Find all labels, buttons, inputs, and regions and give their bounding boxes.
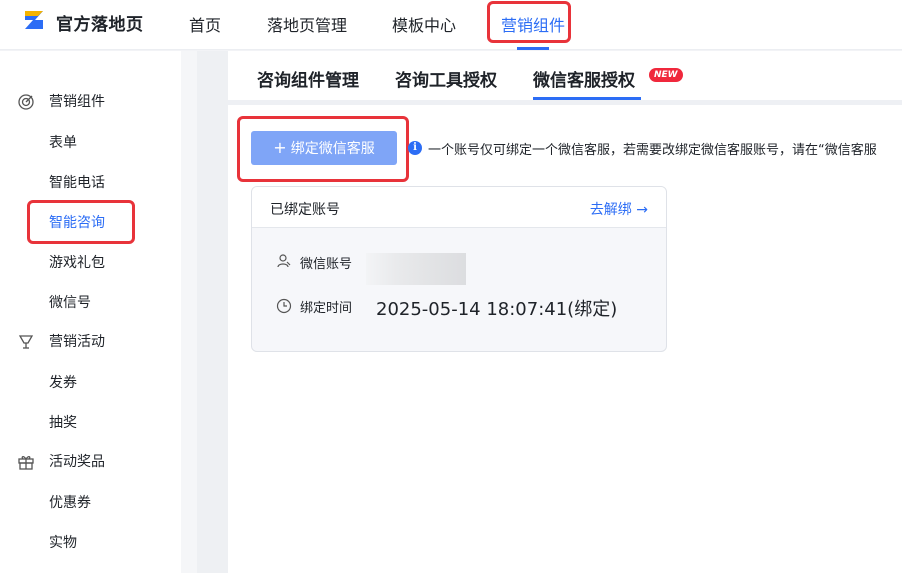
bound-account-card: 已绑定账号 去解绑 → 微信账号 绑定时间 2025-05-14 18:07:4… [251, 186, 667, 352]
sidebar-item-smart-consult[interactable]: 智能咨询 [49, 212, 105, 232]
sidebar-group-marketing-activities[interactable]: 营销活动 [0, 321, 181, 361]
trophy-icon [18, 335, 34, 349]
nav-template-center[interactable]: 模板中心 [392, 12, 456, 36]
nav-active-indicator [517, 47, 549, 50]
content-gutter-inner [197, 51, 228, 573]
sidebar-item-game-gift[interactable]: 游戏礼包 [49, 252, 105, 272]
info-icon: i [408, 141, 422, 155]
sidebar-group-marketing-components[interactable]: 营销组件 [0, 81, 181, 121]
sidebar-item-wechat-account[interactable]: 微信号 [49, 292, 91, 312]
user-icon [277, 254, 291, 268]
top-navigation-bar: 官方落地页 首页 落地页管理 模板中心 营销组件 [0, 0, 902, 50]
tab-wechat-service-authorization[interactable]: 微信客服授权 [533, 66, 635, 91]
brand-name: 官方落地页 [56, 15, 144, 35]
bind-button-label: 绑定微信客服 [290, 141, 375, 157]
card-header: 已绑定账号 去解绑 → [252, 187, 666, 228]
card-title: 已绑定账号 [270, 202, 340, 218]
tab-consult-component-management[interactable]: 咨询组件管理 [257, 66, 359, 91]
tab-consult-tool-authorization[interactable]: 咨询工具授权 [395, 66, 497, 91]
bind-wechat-service-button[interactable]: + 绑定微信客服 [251, 131, 397, 165]
target-icon [18, 94, 34, 110]
sidebar-item-smart-phone[interactable]: 智能电话 [49, 172, 105, 192]
sidebar-item-coupon-issue[interactable]: 发券 [49, 372, 77, 392]
sidebar-item-form[interactable]: 表单 [49, 132, 77, 152]
nav-landing-page-management[interactable]: 落地页管理 [267, 12, 347, 36]
sidebar-item-physical-goods[interactable]: 实物 [49, 532, 77, 552]
sidebar-item-coupons[interactable]: 优惠券 [49, 492, 91, 512]
account-label: 微信账号 [300, 257, 353, 272]
masked-account-value [366, 253, 466, 285]
sidebar-item-lottery[interactable]: 抽奖 [49, 412, 77, 432]
binding-notice-text: 一个账号仅可绑定一个微信客服，若需要改绑定微信客服账号，请在“微信客服 [428, 143, 877, 158]
sidebar-group-label: 营销活动 [49, 334, 105, 350]
clock-icon [276, 298, 292, 314]
sidebar-group-label: 活动奖品 [49, 454, 105, 470]
nav-marketing-components[interactable]: 营销组件 [501, 12, 565, 36]
bind-time-value: 2025-05-14 18:07:41(绑定) [376, 299, 618, 320]
sidebar-group-label: 营销组件 [49, 94, 105, 110]
gift-icon [18, 456, 34, 470]
plus-icon: + [273, 138, 287, 157]
sidebar-group-activity-prizes[interactable]: 活动奖品 [0, 441, 181, 481]
new-badge: NEW [649, 68, 683, 82]
subtab-active-indicator [533, 97, 641, 100]
nav-home[interactable]: 首页 [189, 12, 221, 36]
unbind-link[interactable]: 去解绑 → [590, 199, 648, 219]
brand-logo-icon [25, 11, 43, 29]
bind-time-label: 绑定时间 [300, 301, 353, 316]
